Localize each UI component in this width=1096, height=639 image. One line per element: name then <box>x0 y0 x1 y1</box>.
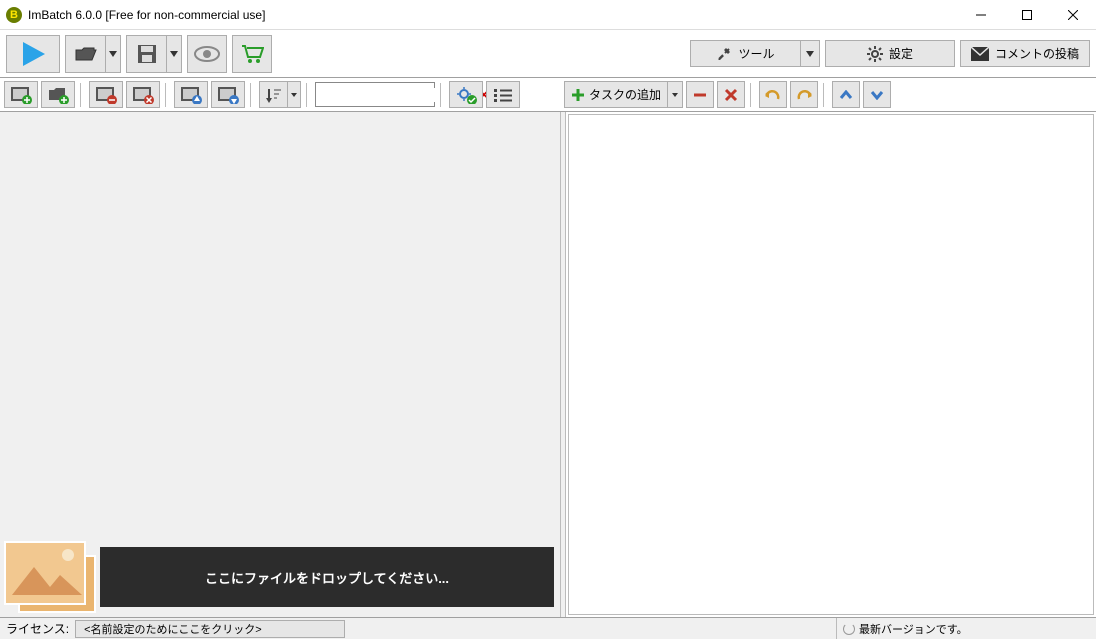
image-list-empty-area[interactable] <box>0 112 560 537</box>
image-remove-icon <box>95 86 117 104</box>
image-up-icon <box>180 86 202 104</box>
dropzone-label: ここにファイルをドロップしてください... <box>100 547 554 607</box>
image-clear-icon <box>132 86 154 104</box>
separator <box>80 83 84 107</box>
add-folder-button[interactable] <box>41 81 75 108</box>
image-down-icon <box>217 86 239 104</box>
add-task-button[interactable]: タスクの追加 <box>564 81 667 108</box>
preview-button[interactable] <box>187 35 227 73</box>
title-bar: B ImBatch 6.0.0 [Free for non-commercial… <box>0 0 1096 30</box>
remove-image-button[interactable] <box>89 81 123 108</box>
status-bar: ライセンス: <名前設定のためにここをクリック> 最新バージョンです。 <box>0 617 1096 639</box>
eye-icon <box>194 45 220 63</box>
window-title: ImBatch 6.0.0 [Free for non-commercial u… <box>28 8 265 22</box>
separator <box>306 83 310 107</box>
maximize-button[interactable] <box>1004 0 1050 29</box>
redo-icon <box>795 89 813 101</box>
image-add-icon <box>10 86 32 104</box>
chevron-down-icon <box>870 90 884 100</box>
feedback-button[interactable]: コメントの投稿 <box>960 40 1090 67</box>
minus-icon <box>693 88 707 102</box>
license-label: ライセンス: <box>0 620 75 637</box>
save-dropdown[interactable] <box>166 35 182 73</box>
settings-label: 設定 <box>889 45 913 62</box>
add-task-label: タスクの追加 <box>589 86 661 103</box>
feedback-label: コメントの投稿 <box>995 45 1079 62</box>
tools-label: ツール <box>738 45 774 62</box>
search-box[interactable]: ✕ <box>315 82 435 107</box>
tools-button[interactable]: ツール <box>690 40 800 67</box>
save-icon <box>136 43 158 65</box>
folder-add-icon <box>47 86 69 104</box>
remove-task-button[interactable] <box>686 81 714 108</box>
secondary-toolbar: ✕ タスクの追加 <box>0 78 1096 112</box>
sort-button[interactable] <box>259 81 287 108</box>
folder-open-icon <box>74 44 98 64</box>
open-button[interactable] <box>65 35 105 73</box>
panel-divider[interactable] <box>560 112 566 617</box>
add-image-button[interactable] <box>4 81 38 108</box>
work-area: ここにファイルをドロップしてください... <box>0 112 1096 617</box>
separator <box>440 83 444 107</box>
task-panel <box>568 114 1094 615</box>
gear-check-icon <box>455 86 477 104</box>
update-status-label: 最新バージョンです。 <box>859 621 968 637</box>
settings-button[interactable]: 設定 <box>825 40 955 67</box>
app-icon: B <box>6 7 22 23</box>
set-name-button[interactable]: <名前設定のためにここをクリック> <box>75 620 345 638</box>
undo-icon <box>764 89 782 101</box>
sort-icon <box>266 87 282 103</box>
task-move-down-button[interactable] <box>863 81 891 108</box>
close-button[interactable] <box>1050 0 1096 29</box>
dropzone-thumbnail-icon <box>4 541 96 613</box>
filter-check-button[interactable] <box>449 81 483 108</box>
sort-dropdown[interactable] <box>287 81 301 108</box>
move-up-button[interactable] <box>174 81 208 108</box>
chevron-up-icon <box>839 90 853 100</box>
image-list-panel: ここにファイルをドロップしてください... <box>0 112 560 617</box>
list-icon <box>494 88 512 102</box>
open-dropdown[interactable] <box>105 35 121 73</box>
view-list-button[interactable] <box>486 81 520 108</box>
separator <box>750 83 754 107</box>
plus-icon <box>571 88 585 102</box>
tools-icon <box>716 46 732 62</box>
tools-dropdown[interactable] <box>800 40 820 67</box>
minimize-button[interactable] <box>958 0 1004 29</box>
separator <box>165 83 169 107</box>
spinner-icon <box>843 623 855 635</box>
save-button[interactable] <box>126 35 166 73</box>
cart-icon <box>240 43 264 65</box>
gear-icon <box>867 46 883 62</box>
separator <box>823 83 827 107</box>
store-button[interactable] <box>232 35 272 73</box>
x-icon <box>724 88 738 102</box>
mail-icon <box>971 47 989 61</box>
clear-images-button[interactable] <box>126 81 160 108</box>
add-task-dropdown[interactable] <box>667 81 683 108</box>
redo-button[interactable] <box>790 81 818 108</box>
move-down-button[interactable] <box>211 81 245 108</box>
undo-button[interactable] <box>759 81 787 108</box>
separator <box>250 83 254 107</box>
clear-tasks-button[interactable] <box>717 81 745 108</box>
task-move-up-button[interactable] <box>832 81 860 108</box>
main-toolbar: ツール 設定 コメントの投稿 <box>0 30 1096 78</box>
update-status[interactable]: 最新バージョンです。 <box>836 618 1096 639</box>
drop-zone[interactable]: ここにファイルをドロップしてください... <box>0 537 560 617</box>
run-button[interactable] <box>6 35 60 73</box>
